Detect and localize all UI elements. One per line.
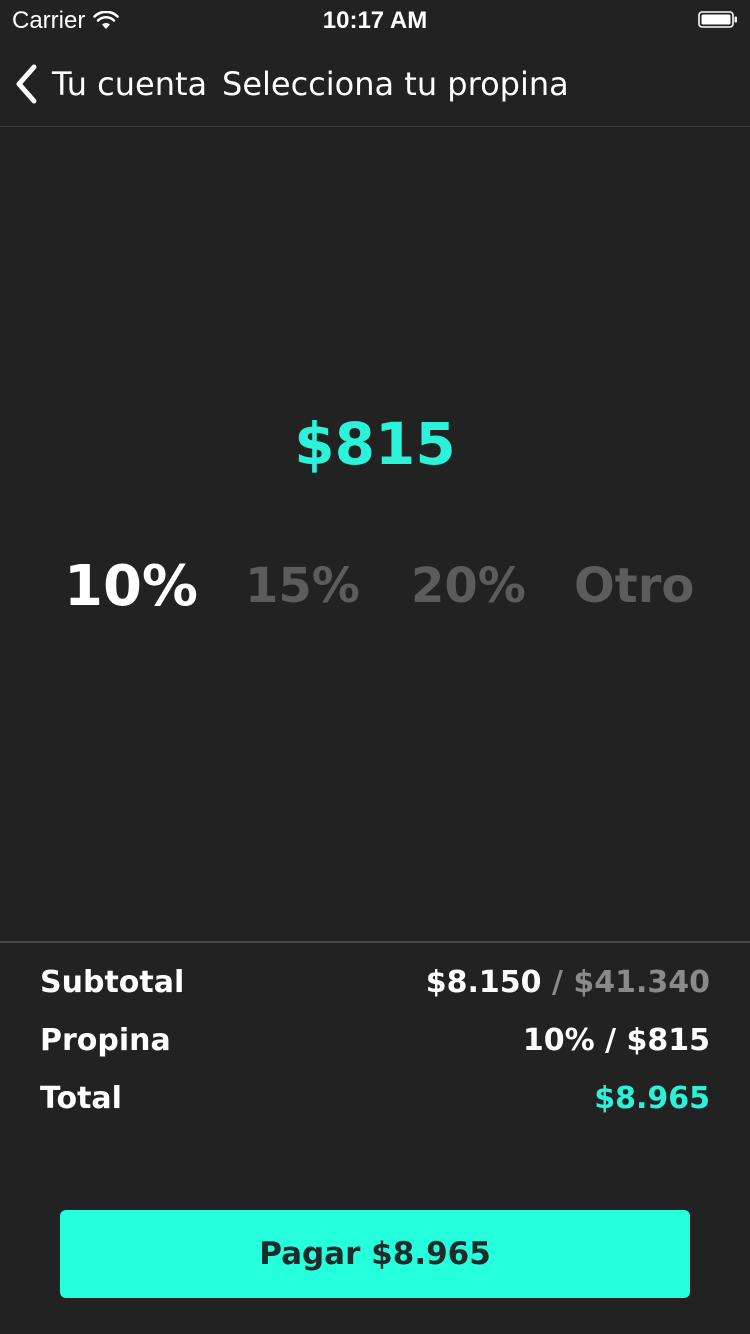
subtotal-bill-total: $41.340	[573, 964, 710, 1000]
subtotal-row: Subtotal $8.150 / $41.340	[40, 960, 710, 1004]
subtotal-amount: $8.150	[425, 964, 542, 1000]
pay-button[interactable]: Pagar $8.965	[60, 1210, 690, 1298]
back-button[interactable]: Tu cuenta	[14, 62, 207, 106]
tip-amount: $815	[294, 410, 456, 478]
subtotal-label: Subtotal	[40, 964, 185, 1000]
chevron-left-icon	[16, 64, 37, 104]
total-row: Total $8.965	[40, 1076, 710, 1120]
tip-option-20[interactable]: 20%	[411, 558, 526, 614]
battery-icon	[698, 11, 737, 28]
summary-divider	[0, 941, 750, 943]
tip-row: Propina 10% / $815	[40, 1018, 710, 1062]
back-label: Tu cuenta	[52, 65, 208, 103]
tip-label: Propina	[40, 1022, 171, 1058]
status-time: 10:17 AM	[322, 7, 428, 34]
tip-option-other[interactable]: Otro	[574, 558, 694, 614]
total-value: $8.965	[594, 1080, 710, 1116]
navigation-bar: Tu cuenta Selecciona tu propina	[0, 40, 750, 127]
tip-value: 10% / $815	[522, 1022, 710, 1058]
tip-option-10[interactable]: 10%	[64, 554, 198, 619]
subtotal-separator: /	[541, 964, 574, 1000]
total-label: Total	[40, 1080, 122, 1116]
tip-option-15[interactable]: 15%	[245, 558, 360, 614]
subtotal-value: $8.150 / $41.340	[426, 965, 710, 1000]
page-title: Selecciona tu propina	[222, 65, 569, 103]
status-bar: Carrier 10:17 AM	[0, 0, 750, 40]
